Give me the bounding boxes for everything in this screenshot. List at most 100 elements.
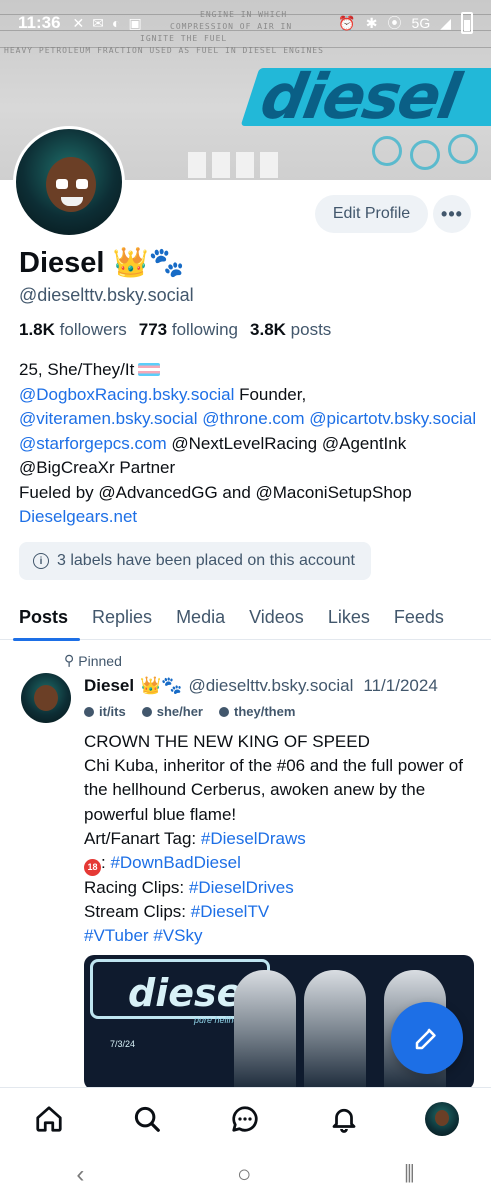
profile-name: Diesel 👑🐾 xyxy=(19,246,185,280)
display-name: Diesel xyxy=(19,247,105,279)
labels-notice[interactable]: i 3 labels have been placed on this acco… xyxy=(19,542,371,580)
label-icon xyxy=(141,706,152,717)
image-figure xyxy=(234,970,296,1090)
post-avatar[interactable] xyxy=(21,673,71,723)
pronoun-label[interactable]: they/them xyxy=(218,704,295,719)
chat-icon xyxy=(232,1105,259,1132)
info-icon: i xyxy=(33,553,49,569)
nav-notifications[interactable] xyxy=(320,1095,368,1143)
pronoun-labels: it/its she/her they/them xyxy=(84,704,295,719)
trans-flag-icon xyxy=(138,363,161,376)
pronoun-text: she/her xyxy=(156,704,203,719)
bluetooth-icon: ✱ xyxy=(365,14,378,31)
recents-icon[interactable]: ⦀ xyxy=(404,1161,415,1189)
banner-caption: HEAVY PETROLEUM FRACTION USED AS FUEL IN… xyxy=(4,46,324,55)
post-text-prefix: Art/Fanart Tag: xyxy=(84,828,201,848)
pronoun-label[interactable]: it/its xyxy=(84,704,126,719)
status-time: 11:36 xyxy=(18,13,61,32)
search-icon xyxy=(135,1106,161,1132)
hashtag-link[interactable]: #DieselDraws xyxy=(201,829,306,848)
tab-posts[interactable]: Posts xyxy=(0,594,81,641)
bio-link[interactable]: @starforgepcs.com xyxy=(19,434,167,453)
post-line: Chi Kuba, inheritor of the #06 and the f… xyxy=(84,756,463,824)
hashtag-link[interactable]: #DieselTV xyxy=(191,902,269,921)
hashtag-link[interactable]: #VTuber xyxy=(84,926,149,945)
name-emoji: 👑🐾 xyxy=(112,247,185,279)
battery-icon xyxy=(461,12,473,34)
following-label: following xyxy=(171,320,239,339)
more-options-button[interactable]: ••• xyxy=(433,195,471,233)
home-circle-icon[interactable]: ○ xyxy=(237,1161,252,1189)
pinned-indicator: ⚲ Pinned xyxy=(64,652,122,669)
pinned-label: Pinned xyxy=(78,652,122,669)
pencil-icon xyxy=(415,1028,436,1050)
back-icon[interactable]: ‹ xyxy=(76,1161,84,1189)
profile-stats: 1.8K followers 773 following 3.8K posts xyxy=(19,320,331,340)
bio-text: Founder, xyxy=(234,384,307,404)
post-date[interactable]: 11/1/2024 xyxy=(363,676,437,696)
profile-bio: 25, She/They/It @DogboxRacing.bsky.socia… xyxy=(19,358,479,530)
followers-link[interactable]: 1.8K followers xyxy=(19,320,127,340)
posts-label: posts xyxy=(290,320,332,339)
bio-line: Fueled by @AdvancedGG and @MaconiSetupSh… xyxy=(19,482,412,502)
post-author-emoji: 👑🐾 xyxy=(140,676,183,695)
post-author[interactable]: Diesel xyxy=(84,676,134,696)
following-link[interactable]: 773 following xyxy=(139,320,238,340)
edit-profile-button[interactable]: Edit Profile xyxy=(315,195,428,233)
bell-icon xyxy=(332,1108,356,1133)
image-date: 7/3/24 xyxy=(110,1039,136,1049)
post-handle[interactable]: @dieselttv.bsky.social xyxy=(188,676,353,696)
followers-count: 1.8K xyxy=(19,320,55,339)
tab-feeds[interactable]: Feeds xyxy=(382,594,456,640)
network-label: 5G xyxy=(411,15,431,31)
posts-count: 3.8K xyxy=(250,320,286,339)
hashtag-link[interactable]: #DieselDrives xyxy=(189,878,294,897)
home-icon xyxy=(36,1105,62,1132)
gear-icon xyxy=(372,136,402,166)
post-text-prefix: Stream Clips: xyxy=(84,902,191,922)
profile-avatar-icon xyxy=(424,1101,459,1136)
banner-blocks xyxy=(188,152,278,178)
website-link[interactable]: Dieselgears.net xyxy=(19,507,137,526)
gear-icon xyxy=(448,134,478,164)
post-text-prefix: Racing Clips: xyxy=(84,878,189,898)
profile-avatar[interactable] xyxy=(13,126,125,238)
tab-replies[interactable]: Replies xyxy=(80,594,164,640)
system-navigation: ‹ ○ ⦀ xyxy=(0,1149,491,1200)
banner-logo: diesel xyxy=(255,60,465,133)
image-figure xyxy=(304,970,366,1090)
nav-chat[interactable] xyxy=(221,1095,269,1143)
bio-link[interactable]: @DogboxRacing.bsky.social xyxy=(19,385,234,404)
label-icon xyxy=(218,706,229,717)
nav-home[interactable] xyxy=(25,1095,73,1143)
notification-icons: ✕ ✉ ◐ ▣ xyxy=(73,15,142,32)
tab-media[interactable]: Media xyxy=(164,594,237,640)
bio-link[interactable]: @throne.com xyxy=(202,409,304,428)
nav-search[interactable] xyxy=(123,1095,171,1143)
bio-link[interactable]: @picartotv.bsky.social xyxy=(309,409,476,428)
signal-icon: ◢ xyxy=(440,14,451,31)
pronoun-label[interactable]: she/her xyxy=(141,704,203,719)
notification-icon: ✉ xyxy=(92,14,105,31)
post-header: Diesel 👑🐾 @dieselttv.bsky.social 11/1/20… xyxy=(84,676,438,696)
bio-link[interactable]: @viteramen.bsky.social xyxy=(19,409,198,428)
notification-icon: ✕ xyxy=(72,14,85,31)
hashtag-link[interactable]: #VSky xyxy=(153,926,202,945)
tab-likes[interactable]: Likes xyxy=(316,594,382,640)
profile-tabs: Posts Replies Media Videos Likes Feeds xyxy=(0,594,491,641)
profile-handle: @dieselttv.bsky.social xyxy=(19,285,194,305)
posts-stat: 3.8K posts xyxy=(250,320,331,340)
hashtag-link[interactable]: #DownBadDiesel xyxy=(110,853,240,872)
pin-icon: ⚲ xyxy=(64,652,75,668)
notification-icon: ◐ xyxy=(112,14,121,31)
nav-profile[interactable] xyxy=(418,1095,466,1143)
pronoun-text: it/its xyxy=(99,704,126,719)
adult-content-icon: 18 xyxy=(84,859,101,877)
post-line: CROWN THE NEW KING OF SPEED xyxy=(84,732,370,751)
tab-videos[interactable]: Videos xyxy=(237,594,316,640)
notification-icon: ▣ xyxy=(128,14,142,31)
compose-post-button[interactable] xyxy=(391,1002,463,1074)
following-count: 773 xyxy=(138,320,168,339)
bottom-navigation xyxy=(0,1087,491,1149)
alarm-icon: ⏰ xyxy=(338,14,356,31)
